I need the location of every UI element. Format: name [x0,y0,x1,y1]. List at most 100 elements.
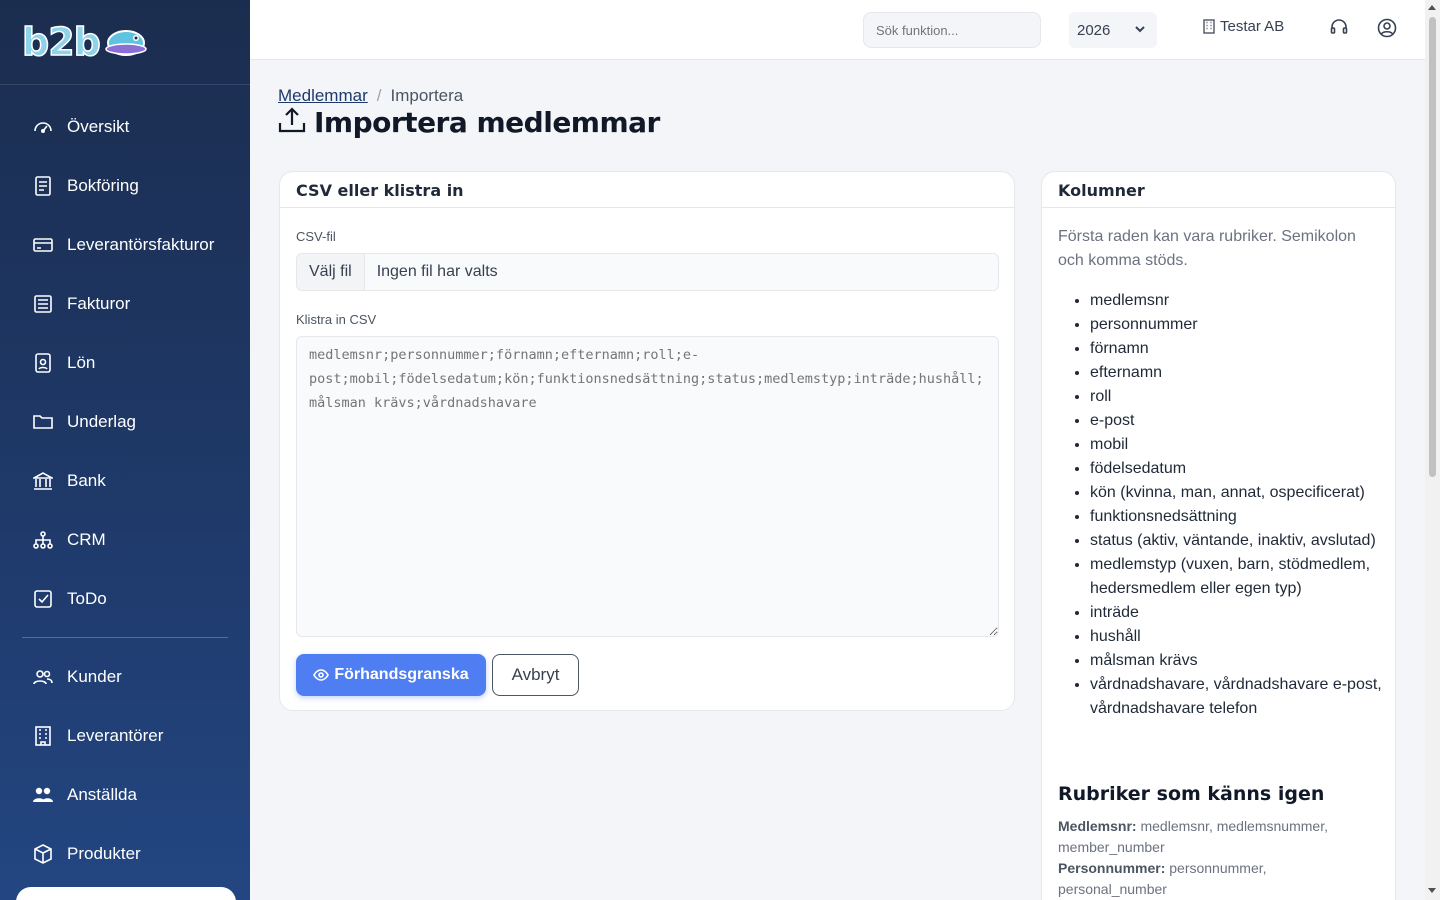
sidebar-item-underlag[interactable]: Underlag [0,392,250,451]
chameleon-icon [102,24,152,60]
scroll-up-arrow-icon[interactable] [1428,5,1436,10]
columns-list: medlemsnr personnummer förnamn efternamn… [1090,289,1390,721]
year-value: 2026 [1077,21,1111,39]
recognized-key: Personnummer: [1058,860,1166,876]
list-item: vårdnadshavare, vårdnadshavare e-post, v… [1090,673,1390,721]
bank-icon [32,470,54,492]
folder-icon [32,411,54,433]
logo-text: b2b [21,19,101,65]
user-circle-icon[interactable] [1377,18,1399,40]
scroll-thumb[interactable] [1429,17,1436,477]
sidebar-item-leverantorer[interactable]: Leverantörer [0,706,250,765]
ledger-icon [32,175,54,197]
list-item: medlemsnr [1090,289,1390,313]
nav-main: Översikt Bokföring Leverantörsfakturor F… [0,85,250,628]
topbar: 2026 Testar AB [250,0,1425,60]
sidebar-item-produkter[interactable]: Produkter [0,824,250,883]
sidebar-item-fakturor[interactable]: Fakturor [0,274,250,333]
choose-file-button[interactable]: Välj fil [297,254,365,290]
preview-button-label: Förhandsgranska [334,666,469,683]
import-card: CSV eller klistra in CSV-fil Välj fil In… [279,171,1015,711]
breadcrumb: Medlemmar / Importera [278,86,463,106]
search-input[interactable] [863,12,1041,48]
columns-card: Kolumner Första raden kan vara rubriker.… [1041,171,1396,900]
sidebar-item-kunder[interactable]: Kunder [0,647,250,706]
sidebar: b2b Översikt Bokföring Leverantörsfaktur… [0,0,250,900]
sidebar-item-oversikt[interactable]: Översikt [0,97,250,156]
recognized-row: Personnummer: personnummer, personal_num… [1058,858,1378,900]
sidebar-item-label: Bokföring [67,175,139,195]
list-item: medlemstyp (vuxen, barn, stödmedlem, hed… [1090,553,1390,601]
sidebar-item-todo[interactable]: ToDo [0,569,250,628]
sidebar-item-bank[interactable]: Bank [0,451,250,510]
list-item: personnummer [1090,313,1390,337]
chevron-down-icon [1133,22,1147,40]
recognized-headers-title: Rubriker som känns igen [1058,783,1325,805]
paste-label: Klistra in CSV [296,312,377,327]
breadcrumb-link-medlemmar[interactable]: Medlemmar [278,86,368,106]
box-icon [32,843,54,865]
upload-icon [278,106,306,139]
recognized-row: Medlemsnr: medlemsnr, medlemsnummer, mem… [1058,816,1378,858]
list-item: efternamn [1090,361,1390,385]
sidebar-item-label: Leverantörer [67,725,164,745]
list-item: e-post [1090,409,1390,433]
recognized-headers: Medlemsnr: medlemsnr, medlemsnummer, mem… [1058,816,1378,900]
sidebar-item-label: Fakturor [67,293,131,313]
list-item: förnamn [1090,337,1390,361]
list-item: hushåll [1090,625,1390,649]
year-select[interactable]: 2026 [1069,12,1157,48]
invoice-icon [32,293,54,315]
file-label: CSV-fil [296,229,336,244]
badge-icon [32,352,54,374]
company-switcher[interactable]: Testar AB [1203,18,1284,35]
import-card-title: CSV eller klistra in [280,172,1014,208]
page-scrollbar[interactable] [1425,0,1440,900]
sidebar-item-lon[interactable]: Lön [0,333,250,392]
users-icon [32,666,54,688]
list-item: funktionsnedsättning [1090,505,1390,529]
checkbox-icon [32,588,54,610]
sidebar-item-label: Anställda [67,784,137,804]
sidebar-item-bokforing[interactable]: Bokföring [0,156,250,215]
sidebar-item-label: Lön [67,352,96,372]
people-icon [32,784,54,806]
breadcrumb-current: Importera [390,86,464,105]
columns-card-title: Kolumner [1042,172,1395,208]
logo[interactable]: b2b [0,0,250,85]
columns-intro: Första raden kan vara rubriker. Semikolo… [1058,228,1356,269]
nav-divider [22,637,228,638]
sidebar-item-label: Produkter [67,843,141,863]
company-name: Testar AB [1220,18,1285,35]
list-item: födelsedatum [1090,457,1390,481]
headset-icon[interactable] [1330,18,1352,40]
sidebar-item-label: Leverantörsfakturor [67,234,215,254]
sidebar-item-label: CRM [67,529,106,549]
csv-paste-textarea[interactable] [296,336,999,637]
recognized-key: Medlemsnr: [1058,818,1137,834]
sitemap-icon [32,529,54,551]
sidebar-item-anstallda[interactable]: Anställda [0,765,250,824]
page-title-text: Importera medlemmar [314,106,660,139]
eye-icon [313,669,330,681]
page-title: Importera medlemmar [278,106,660,139]
list-item: roll [1090,385,1390,409]
sidebar-item-label: ToDo [67,588,107,608]
sidebar-item-crm[interactable]: CRM [0,510,250,569]
list-item: målsman krävs [1090,649,1390,673]
sidebar-item-label: Underlag [67,411,136,431]
list-item: inträde [1090,601,1390,625]
gauge-icon [32,116,54,138]
sidebar-item-label: Bank [67,470,106,490]
credit-card-icon [32,234,54,256]
scroll-down-arrow-icon[interactable] [1428,888,1436,893]
csv-file-input[interactable]: Välj fil Ingen fil har valts [296,253,999,291]
building-icon [1203,19,1215,34]
breadcrumb-separator: / [376,86,382,105]
sidebar-bottom-pill[interactable] [16,887,236,900]
list-item: status (aktiv, väntande, inaktiv, avslut… [1090,529,1390,553]
sidebar-item-leverantorsfakturor[interactable]: Leverantörsfakturor [0,215,250,274]
file-status: Ingen fil har valts [376,263,498,280]
preview-button[interactable]: Förhandsgranska [296,654,486,696]
cancel-button[interactable]: Avbryt [492,654,579,696]
